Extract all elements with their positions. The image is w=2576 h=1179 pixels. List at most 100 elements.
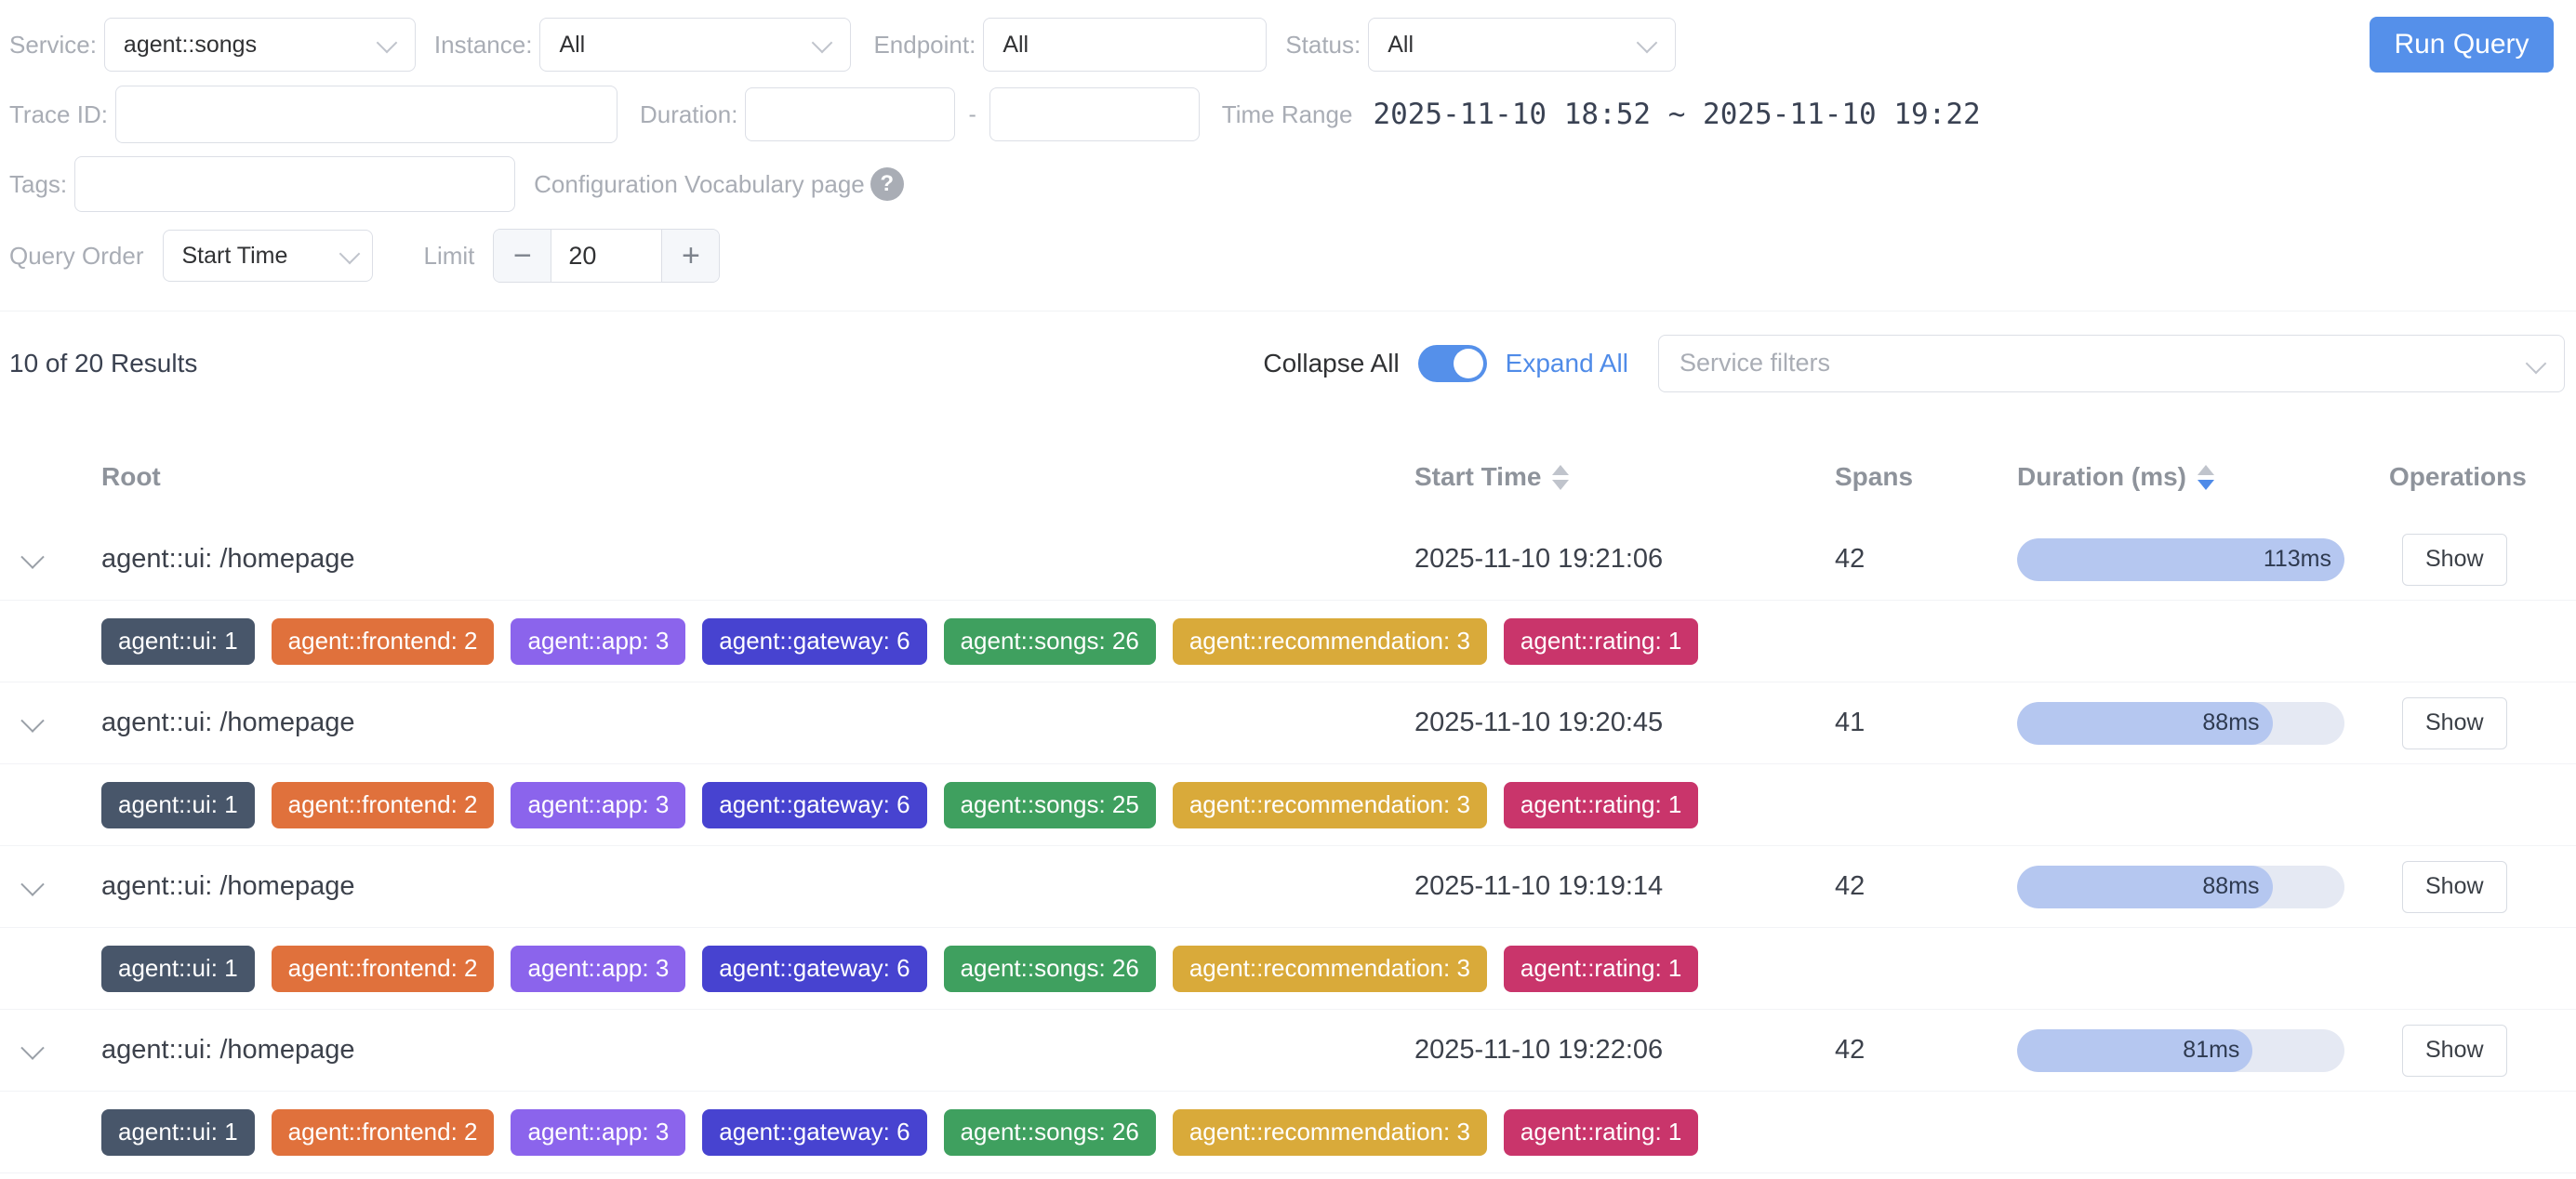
chevron-down-icon (339, 244, 360, 265)
chevron-down-icon (1637, 33, 1658, 54)
trace-id-input[interactable] (115, 86, 617, 143)
status-select-value: All (1369, 32, 1414, 59)
trace-table-header: Root Start Time Spans Duration (ms) Oper… (0, 435, 2576, 519)
service-badge: agent::app: 3 (511, 1109, 685, 1156)
service-badge: agent::frontend: 2 (272, 782, 495, 828)
limit-value[interactable]: 20 (551, 230, 661, 282)
sort-icon[interactable] (1552, 465, 1569, 490)
trace-spans: 42 (1822, 544, 2004, 575)
trace-service-badges-row: agent::ui: 1 agent::frontend: 2 agent::app… (0, 928, 2576, 1010)
column-duration[interactable]: Duration (ms) (2004, 462, 2376, 492)
service-badge: agent::rating: 1 (1504, 618, 1698, 665)
limit-stepper: − 20 + (493, 229, 720, 283)
trace-service-badges-row: agent::ui: 1 agent::frontend: 2 agent::app… (0, 764, 2576, 846)
trace-spans: 42 (1822, 1035, 2004, 1066)
service-badge: agent::app: 3 (511, 946, 685, 992)
expand-toggle[interactable] (1418, 345, 1487, 382)
service-badge: agent::recommendation: 3 (1173, 1109, 1487, 1156)
service-badge: agent::ui: 1 (101, 946, 255, 992)
trace-row: agent::ui: /homepage 2025-11-10 19:20:45… (0, 682, 2576, 764)
show-button[interactable]: Show (2402, 697, 2507, 749)
trace-operations-cell: Show (2376, 1025, 2576, 1077)
service-badge: agent::ui: 1 (101, 782, 255, 828)
trace-root[interactable]: agent::ui: /homepage (88, 1035, 1401, 1066)
service-select-value: agent::songs (105, 32, 257, 59)
help-icon[interactable]: ? (870, 167, 904, 201)
service-filters-placeholder: Service filters (1659, 349, 1830, 378)
row-expand-cell (0, 551, 88, 568)
instance-label: Instance: (434, 31, 533, 60)
chevron-down-icon[interactable] (20, 1036, 44, 1059)
column-root: Root (88, 462, 1401, 492)
service-badge: agent::rating: 1 (1504, 782, 1698, 828)
duration-max-input[interactable] (989, 87, 1200, 141)
limit-label: Limit (424, 242, 475, 271)
service-badge: agent::songs: 26 (944, 618, 1156, 665)
trace-start-time: 2025-11-10 19:20:45 (1401, 708, 1822, 738)
collapse-all-label[interactable]: Collapse All (1263, 349, 1399, 378)
trace-root[interactable]: agent::ui: /homepage (88, 871, 1401, 902)
sort-up-icon (2198, 465, 2214, 475)
trace-duration-cell: 113ms (2004, 538, 2376, 581)
service-badge: agent::frontend: 2 (272, 946, 495, 992)
trace-spans: 41 (1822, 708, 2004, 738)
service-badge: agent::gateway: 6 (702, 782, 926, 828)
show-button[interactable]: Show (2402, 1025, 2507, 1077)
trace-table-body: agent::ui: /homepage 2025-11-10 19:21:06… (0, 519, 2576, 1173)
service-badge: agent::recommendation: 3 (1173, 946, 1487, 992)
service-badge: agent::ui: 1 (101, 618, 255, 665)
limit-decrease-button[interactable]: − (494, 230, 551, 282)
trace-root[interactable]: agent::ui: /homepage (88, 544, 1401, 575)
limit-increase-button[interactable]: + (661, 230, 719, 282)
service-badge: agent::songs: 26 (944, 1109, 1156, 1156)
tags-input[interactable] (74, 156, 515, 212)
duration-value: 113ms (2264, 546, 2331, 573)
run-query-button[interactable]: Run Query (2370, 17, 2554, 73)
duration-min-input[interactable] (745, 87, 955, 141)
service-badge: agent::recommendation: 3 (1173, 782, 1487, 828)
chevron-down-icon[interactable] (20, 872, 44, 895)
trace-start-time: 2025-11-10 19:19:14 (1401, 871, 1822, 902)
status-select[interactable]: All (1368, 18, 1676, 72)
service-badge: agent::app: 3 (511, 782, 685, 828)
query-order-select[interactable]: Start Time (163, 230, 373, 282)
row-expand-cell (0, 1042, 88, 1059)
duration-separator: - (968, 101, 976, 128)
column-start-time[interactable]: Start Time (1401, 462, 1822, 492)
service-badge: agent::gateway: 6 (702, 1109, 926, 1156)
vocabulary-link[interactable]: Configuration Vocabulary page (534, 170, 865, 199)
chevron-down-icon (377, 33, 398, 54)
service-badge: agent::app: 3 (511, 618, 685, 665)
tags-label: Tags: (9, 170, 67, 199)
show-button[interactable]: Show (2402, 534, 2507, 586)
query-order-value: Start Time (164, 243, 288, 270)
expand-all-label[interactable]: Expand All (1506, 349, 1628, 378)
service-filters-select[interactable]: Service filters (1658, 335, 2565, 392)
time-range-value[interactable]: 2025-11-10 18:52 ~ 2025-11-10 19:22 (1373, 98, 1980, 131)
service-badge: agent::gateway: 6 (702, 946, 926, 992)
trace-spans: 42 (1822, 871, 2004, 902)
service-badge: agent::songs: 25 (944, 782, 1156, 828)
query-filter-panel: Service: agent::songs Instance: All Endp… (0, 0, 2576, 311)
service-badge: agent::ui: 1 (101, 1109, 255, 1156)
show-button[interactable]: Show (2402, 861, 2507, 913)
duration-bar-fill: 81ms (2017, 1029, 2252, 1072)
endpoint-input[interactable] (983, 18, 1267, 72)
service-select[interactable]: agent::songs (104, 18, 416, 72)
service-badge: agent::frontend: 2 (272, 618, 495, 665)
results-bar: 10 of 20 Results Collapse All Expand All… (0, 328, 2576, 398)
chevron-down-icon[interactable] (20, 545, 44, 568)
status-label: Status: (1285, 31, 1361, 60)
trace-root[interactable]: agent::ui: /homepage (88, 708, 1401, 738)
duration-bar-fill: 113ms (2017, 538, 2344, 581)
sort-up-icon (1552, 465, 1569, 475)
trace-duration-cell: 88ms (2004, 702, 2376, 745)
service-badge: agent::rating: 1 (1504, 1109, 1698, 1156)
instance-select[interactable]: All (539, 18, 851, 72)
service-badge: agent::frontend: 2 (272, 1109, 495, 1156)
chevron-down-icon[interactable] (20, 709, 44, 732)
endpoint-label: Endpoint: (873, 31, 976, 60)
trace-operations-cell: Show (2376, 861, 2576, 913)
sort-icon[interactable] (2198, 465, 2214, 490)
column-operations: Operations (2376, 462, 2576, 492)
